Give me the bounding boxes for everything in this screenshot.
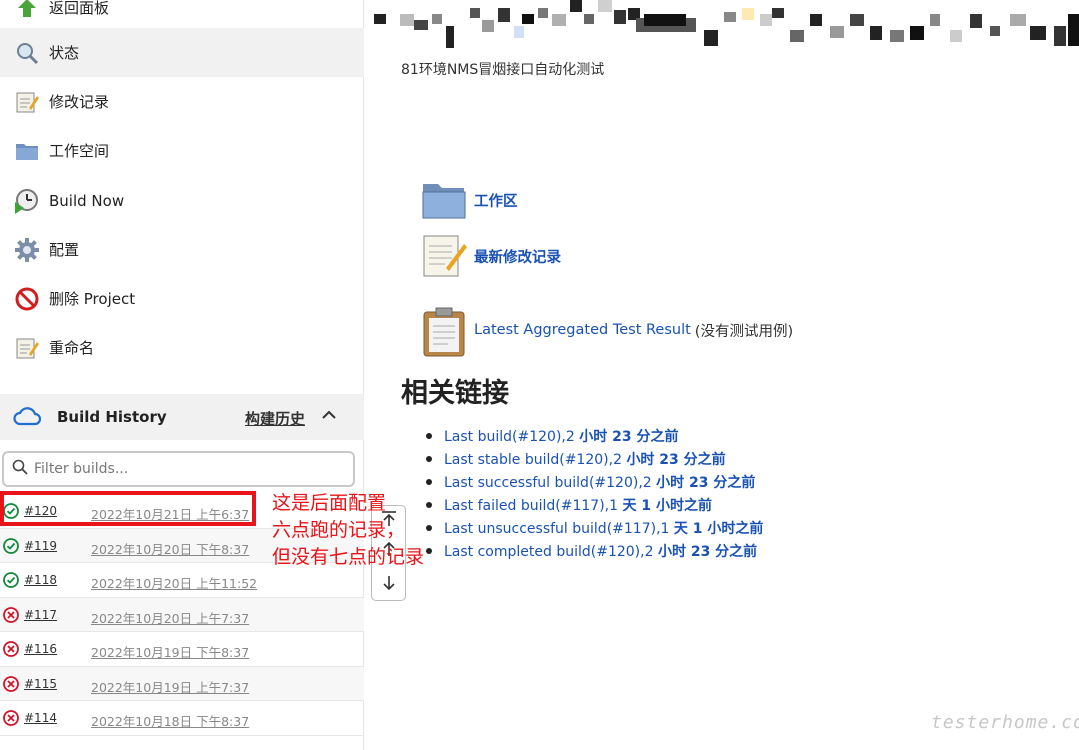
task-label: 工作空间 (49, 142, 110, 160)
task-label: 修改记录 (49, 93, 110, 111)
notepad-icon (14, 89, 40, 115)
annotation-line: 但没有七点的记录 (272, 546, 425, 568)
no-entry-icon (14, 286, 40, 312)
build-row[interactable]: #117 2022年10月20日 上午7:37 (0, 597, 364, 632)
permalink-label[interactable]: Last build(#120),2 (444, 429, 579, 445)
failed-status-icon (3, 710, 19, 730)
permalink-time: 小时 23 分之前 (626, 452, 726, 468)
permalink-item[interactable]: Last failed build(#117),1 天 1 小时之前 (426, 495, 763, 518)
annotation-highlight-box (0, 491, 256, 526)
notepad-icon (420, 232, 468, 280)
up-arrow-icon (14, 0, 40, 21)
permalink-time: 小时 23 分之前 (579, 429, 679, 445)
permalink-item[interactable]: Last unsuccessful build(#117),1 天 1 小时之前 (426, 518, 763, 541)
build-row[interactable]: #116 2022年10月19日 下午8:37 (0, 632, 364, 667)
task-label: Build Now (49, 191, 125, 210)
scroll-down-icon[interactable] (380, 574, 398, 596)
permalink-time: 天 1 小时之前 (673, 521, 764, 537)
workspace-link[interactable]: 工作区 (474, 190, 518, 211)
filter-builds-field (2, 451, 355, 487)
folder-icon (14, 138, 40, 164)
build-number-link[interactable]: #116 (24, 642, 57, 656)
failed-status-icon (3, 675, 19, 696)
clock-play-icon (14, 188, 40, 214)
sidebar: 返回面板 状态 修改记录 工作空间 Build Now 配置 删除 Projec… (0, 0, 364, 750)
build-row[interactable]: #115 2022年10月19日 上午7:37 (0, 666, 364, 701)
search-icon (12, 459, 28, 479)
cloud-icon (13, 405, 42, 431)
task-rename[interactable]: 重命名 (0, 323, 364, 372)
build-number-link[interactable]: #114 (24, 711, 57, 725)
build-number-link[interactable]: #115 (24, 677, 57, 691)
build-date-link[interactable]: 2022年10月20日 下午8:37 (91, 539, 249, 558)
permalink-label[interactable]: Last stable build(#120),2 (444, 452, 626, 468)
task-label: 删除 Project (49, 290, 136, 308)
project-description: 81环境NMS冒烟接口自动化测试 (401, 62, 605, 78)
permalink-item[interactable]: Last stable build(#120),2 小时 23 分之前 (426, 449, 763, 472)
workspace-link-item[interactable]: 工作区 (420, 176, 518, 224)
red-annotation-text: 这是后面配置 六点跑的记录， 但没有七点的记录 (272, 490, 424, 571)
search-icon (14, 40, 40, 66)
test-result-note: (没有测试用例) (694, 323, 794, 340)
site-watermark: testerhome.com (931, 712, 1079, 733)
permalink-item[interactable]: Last successful build(#120),2 小时 23 分之前 (426, 472, 763, 495)
build-date-link[interactable]: 2022年10月19日 上午7:37 (91, 677, 249, 696)
task-label: 返回面板 (49, 0, 110, 17)
build-date-link[interactable]: 2022年10月20日 上午11:52 (91, 573, 257, 592)
task-changes[interactable]: 修改记录 (0, 77, 364, 126)
build-date-link[interactable]: 2022年10月20日 上午7:37 (91, 608, 249, 627)
related-links-heading: 相关链接 (401, 378, 509, 409)
changes-link-item[interactable]: 最新修改记录 (420, 232, 561, 280)
chevron-up-icon[interactable] (318, 404, 340, 426)
build-date-link[interactable]: 2022年10月18日 下午8:37 (91, 711, 249, 730)
annotation-line: 六点跑的记录， (272, 519, 406, 541)
task-label: 重命名 (49, 339, 95, 357)
permalink-time: 小时 23 分之前 (657, 544, 758, 560)
task-label: 状态 (49, 44, 80, 62)
build-number-link[interactable]: #117 (24, 608, 57, 622)
build-history-title: Build History (57, 408, 167, 426)
permalink-label[interactable]: Last successful build(#120),2 (444, 475, 656, 491)
annotation-line: 这是后面配置 (272, 492, 387, 514)
changes-link[interactable]: 最新修改记录 (474, 246, 561, 267)
build-trend-link[interactable]: 构建历史 (245, 408, 305, 429)
pixelated-project-title (374, 0, 1079, 52)
filter-builds-input[interactable] (34, 461, 334, 477)
task-build-now[interactable]: Build Now (0, 176, 364, 225)
permalink-time: 小时 23 分之前 (656, 475, 756, 491)
notepad-icon (14, 335, 40, 361)
permalink-time: 天 1 小时之前 (622, 498, 712, 514)
clipboard-icon (420, 306, 468, 357)
failed-status-icon (3, 606, 19, 627)
task-workspace[interactable]: 工作空间 (0, 126, 364, 175)
folder-icon (420, 176, 468, 224)
build-number-link[interactable]: #119 (24, 539, 57, 553)
build-date-link[interactable]: 2022年10月19日 下午8:37 (91, 642, 249, 661)
success-status-icon (3, 537, 19, 558)
permalink-label[interactable]: Last completed build(#120),2 (444, 544, 658, 560)
failed-status-icon (3, 641, 19, 661)
test-result-link[interactable]: Latest Aggregated Test Result (474, 322, 691, 338)
build-row[interactable]: #114 2022年10月18日 下午8:37 (0, 701, 364, 736)
task-label: 配置 (49, 241, 80, 259)
build-number-link[interactable]: #118 (24, 573, 57, 587)
permalink-item[interactable]: Last build(#120),2 小时 23 分之前 (426, 426, 763, 449)
test-result-link-item[interactable]: Latest Aggregated Test Result (没有测试用例) (420, 306, 794, 357)
task-configure[interactable]: 配置 (0, 225, 364, 274)
permalinks-list: Last build(#120),2 小时 23 分之前 Last stable… (426, 426, 763, 564)
task-status[interactable]: 状态 (0, 28, 364, 77)
task-delete-project[interactable]: 删除 Project (0, 274, 364, 323)
build-history-header: Build History 构建历史 (0, 394, 364, 440)
permalink-label[interactable]: Last unsuccessful build(#117),1 (444, 521, 674, 537)
gear-icon (14, 237, 40, 263)
permalink-label[interactable]: Last failed build(#117),1 (444, 498, 622, 514)
permalink-item[interactable]: Last completed build(#120),2 小时 23 分之前 (426, 541, 763, 564)
success-status-icon (3, 572, 19, 592)
